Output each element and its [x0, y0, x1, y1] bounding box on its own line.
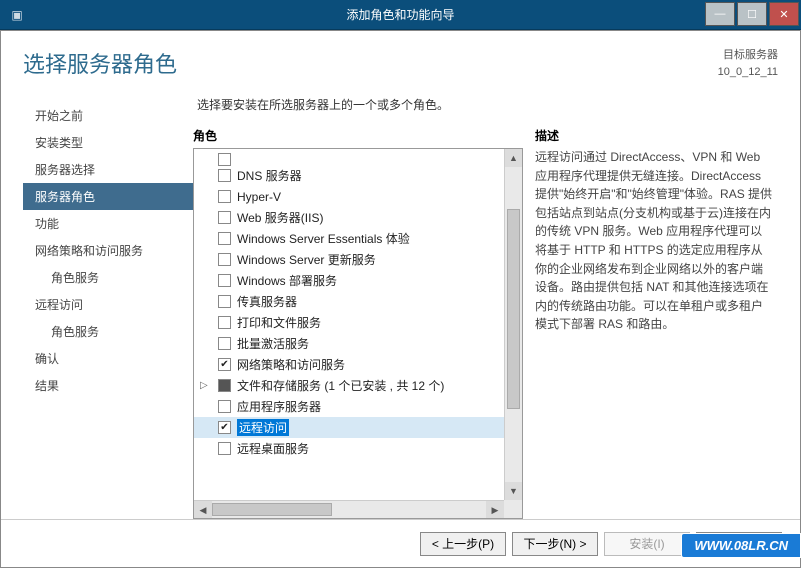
main-panel: 选择要安装在所选服务器上的一个或多个角色。 角色 DNS 服务器 Hyper-V W…	[193, 96, 778, 519]
checkbox[interactable]	[218, 400, 231, 413]
wizard-step-1[interactable]: 安装类型	[23, 129, 193, 156]
target-value: 10_0_12_11	[718, 64, 778, 81]
expand-icon[interactable]: ▷	[200, 380, 208, 391]
role-label: Windows 部署服务	[237, 272, 337, 289]
app-icon: ▣	[8, 6, 26, 24]
window-controls: — ☐ ✕	[705, 0, 801, 29]
scroll-up-icon[interactable]: ▲	[505, 149, 522, 167]
wizard-step-5[interactable]: 网络策略和访问服务	[23, 237, 193, 264]
roles-list[interactable]: DNS 服务器 Hyper-V Web 服务器(IIS) Windows Server…	[194, 149, 504, 500]
role-row[interactable]: 应用程序服务器	[194, 396, 504, 417]
role-row[interactable]: 远程桌面服务	[194, 438, 504, 459]
role-label: 批量激活服务	[237, 335, 309, 352]
checkbox[interactable]	[218, 169, 231, 182]
wizard-step-2[interactable]: 服务器选择	[23, 156, 193, 183]
role-row[interactable]: ▷ 文件和存储服务 (1 个已安装 , 共 12 个)	[194, 375, 504, 396]
role-row[interactable]: 打印和文件服务	[194, 312, 504, 333]
target-info: 目标服务器 10_0_12_11	[718, 47, 778, 80]
role-label: 远程桌面服务	[237, 440, 309, 457]
role-label: 传真服务器	[237, 293, 297, 310]
role-row[interactable]: Windows 部署服务	[194, 270, 504, 291]
description-text: 远程访问通过 DirectAccess、VPN 和 Web 应用程序代理提供无缝…	[535, 148, 778, 334]
checkbox[interactable]	[218, 337, 231, 350]
wizard-step-9[interactable]: 确认	[23, 345, 193, 372]
role-row[interactable]: 批量激活服务	[194, 333, 504, 354]
checkbox[interactable]	[218, 211, 231, 224]
role-row-cutoff[interactable]	[194, 151, 504, 165]
checkbox[interactable]	[218, 232, 231, 245]
role-row[interactable]: Windows Server 更新服务	[194, 249, 504, 270]
content: 开始之前安装类型服务器选择服务器角色功能网络策略和访问服务角色服务远程访问角色服…	[1, 86, 800, 519]
description-column: 描述 远程访问通过 DirectAccess、VPN 和 Web 应用程序代理提…	[535, 127, 778, 519]
scroll-down-icon[interactable]: ▼	[505, 482, 522, 500]
role-row[interactable]: 远程访问	[194, 417, 504, 438]
minimize-button[interactable]: —	[705, 2, 735, 26]
checkbox[interactable]	[218, 316, 231, 329]
instruction-text: 选择要安装在所选服务器上的一个或多个角色。	[197, 96, 778, 113]
close-button[interactable]: ✕	[769, 2, 799, 26]
window-title: 添加角色和功能向导	[346, 6, 454, 23]
target-label: 目标服务器	[718, 47, 778, 64]
wizard-step-4[interactable]: 功能	[23, 210, 193, 237]
role-label: 远程访问	[237, 419, 289, 436]
role-label: 打印和文件服务	[237, 314, 321, 331]
scroll-right-icon[interactable]: ▶	[486, 501, 504, 518]
role-label: Windows Server Essentials 体验	[237, 230, 410, 247]
role-label: DNS 服务器	[237, 167, 302, 184]
wizard-step-3[interactable]: 服务器角色	[23, 183, 193, 210]
role-label: Windows Server 更新服务	[237, 251, 376, 268]
role-label: 网络策略和访问服务	[237, 356, 345, 373]
hscroll-thumb[interactable]	[212, 503, 332, 516]
title-bar: ▣ 添加角色和功能向导 — ☐ ✕	[0, 0, 801, 30]
wizard-step-7[interactable]: 远程访问	[23, 291, 193, 318]
checkbox[interactable]	[218, 358, 231, 371]
role-label: 应用程序服务器	[237, 398, 321, 415]
wizard-step-10[interactable]: 结果	[23, 372, 193, 399]
role-row[interactable]: Web 服务器(IIS)	[194, 207, 504, 228]
wizard-step-8[interactable]: 角色服务	[23, 318, 193, 345]
roles-column: 角色 DNS 服务器 Hyper-V Web 服务器(IIS) Windows Ser…	[193, 127, 523, 519]
role-row[interactable]: 网络策略和访问服务	[194, 354, 504, 375]
checkbox[interactable]	[218, 274, 231, 287]
description-heading: 描述	[535, 127, 778, 144]
role-row[interactable]: DNS 服务器	[194, 165, 504, 186]
role-label: 文件和存储服务 (1 个已安装 , 共 12 个)	[237, 377, 444, 394]
window-body: 选择服务器角色 目标服务器 10_0_12_11 开始之前安装类型服务器选择服务…	[0, 30, 801, 568]
vertical-scrollbar[interactable]: ▲ ▼	[504, 149, 522, 500]
role-row[interactable]: Hyper-V	[194, 186, 504, 207]
roles-listbox: DNS 服务器 Hyper-V Web 服务器(IIS) Windows Server…	[193, 148, 523, 519]
scroll-left-icon[interactable]: ◀	[194, 501, 212, 518]
role-label: Hyper-V	[237, 190, 281, 204]
previous-button[interactable]: < 上一步(P)	[420, 532, 506, 556]
checkbox[interactable]	[218, 295, 231, 308]
maximize-button[interactable]: ☐	[737, 2, 767, 26]
checkbox[interactable]	[218, 190, 231, 203]
wizard-step-0[interactable]: 开始之前	[23, 102, 193, 129]
checkbox[interactable]	[218, 379, 231, 392]
roles-heading: 角色	[193, 127, 523, 144]
checkbox[interactable]	[218, 442, 231, 455]
wizard-step-6[interactable]: 角色服务	[23, 264, 193, 291]
watermark: WWW.08LR.CN	[681, 533, 801, 558]
horizontal-scrollbar[interactable]: ◀ ▶	[194, 500, 504, 518]
scroll-corner	[504, 500, 522, 518]
checkbox[interactable]	[218, 421, 231, 434]
footer: < 上一步(P) 下一步(N) > 安装(I) 取消	[1, 519, 800, 567]
role-row[interactable]: Windows Server Essentials 体验	[194, 228, 504, 249]
page-title: 选择服务器角色	[23, 47, 718, 79]
install-button: 安装(I)	[604, 532, 690, 556]
scroll-thumb[interactable]	[507, 209, 520, 409]
header: 选择服务器角色 目标服务器 10_0_12_11	[1, 31, 800, 86]
next-button[interactable]: 下一步(N) >	[512, 532, 598, 556]
role-label: Web 服务器(IIS)	[237, 209, 323, 226]
columns: 角色 DNS 服务器 Hyper-V Web 服务器(IIS) Windows Ser…	[193, 127, 778, 519]
wizard-steps: 开始之前安装类型服务器选择服务器角色功能网络策略和访问服务角色服务远程访问角色服…	[23, 96, 193, 519]
role-row[interactable]: 传真服务器	[194, 291, 504, 312]
checkbox[interactable]	[218, 253, 231, 266]
